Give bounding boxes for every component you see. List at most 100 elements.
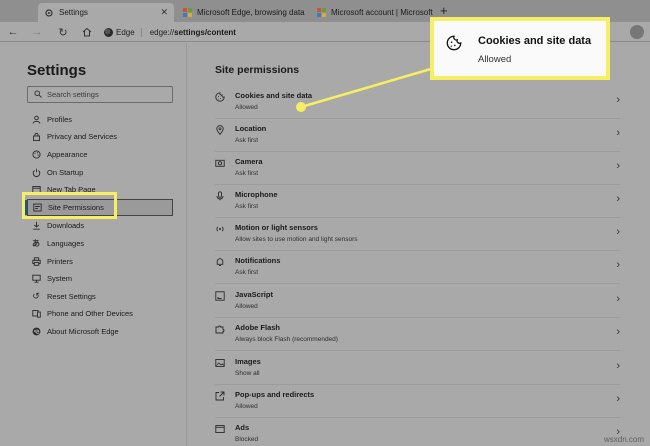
- sidebar-item-printers[interactable]: Printers: [31, 254, 73, 268]
- permission-row-images[interactable]: Images Show all ›: [215, 352, 620, 385]
- permission-row-ads[interactable]: Ads Blocked ›: [215, 418, 620, 446]
- home-icon: [82, 27, 92, 37]
- cookies-callout: Cookies and site data Allowed: [430, 17, 610, 80]
- refresh-icon: ↻: [58, 26, 68, 39]
- permission-status: Allowed: [235, 104, 258, 111]
- search-settings-input[interactable]: Search settings: [27, 86, 173, 103]
- person-icon: [31, 114, 41, 124]
- reset-icon: ↺: [32, 290, 40, 301]
- chevron-right-icon: ›: [616, 193, 620, 205]
- settings-sidebar: Settings Search settings Profiles Privac…: [0, 43, 187, 446]
- new-tab-button[interactable]: +: [440, 3, 448, 18]
- chevron-right-icon: ›: [616, 160, 620, 172]
- sidebar-item-label: Downloads: [47, 220, 85, 230]
- sidebar-item-label: About Microsoft Edge: [47, 326, 119, 336]
- lock-icon: [31, 131, 41, 141]
- permission-row-cookies[interactable]: Cookies and site data Allowed ›: [215, 86, 620, 119]
- sidebar-item-system[interactable]: System: [31, 271, 72, 285]
- arrow-right-icon: →: [31, 26, 43, 38]
- chevron-right-icon: ›: [616, 326, 620, 338]
- sidebar-item-profiles[interactable]: Profiles: [31, 112, 72, 126]
- permission-row-javascript[interactable]: JavaScript Allowed ›: [215, 285, 620, 318]
- sidebar-item-label: Appearance: [47, 149, 88, 159]
- callout-subtitle: Allowed: [478, 54, 512, 65]
- forward-button[interactable]: →: [30, 25, 44, 39]
- location-icon: [215, 125, 225, 135]
- sidebar-item-appearance[interactable]: Appearance: [31, 147, 87, 161]
- sidebar-item-label: Profiles: [47, 114, 73, 124]
- permission-row-microphone[interactable]: Microphone Ask first ›: [215, 185, 620, 218]
- sidebar-item-label: Privacy and Services: [47, 131, 118, 141]
- tab-label: Settings: [59, 8, 88, 17]
- sidebar-item-languages[interactable]: あ Languages: [31, 236, 84, 250]
- permission-name: JavaScript: [235, 290, 273, 299]
- home-button[interactable]: [80, 25, 94, 39]
- site-permissions-panel: Site permissions Cookies and site data A…: [188, 43, 650, 446]
- chevron-right-icon: ›: [616, 393, 620, 405]
- search-placeholder: Search settings: [47, 90, 99, 99]
- permission-status: Ask first: [235, 203, 259, 210]
- permission-row-motion-sensors[interactable]: Motion or light sensors Allow sites to u…: [215, 218, 620, 251]
- permission-name: Camera: [235, 157, 263, 166]
- chevron-right-icon: ›: [616, 360, 620, 372]
- url-host: edge://: [149, 27, 175, 37]
- languages-icon: あ: [32, 238, 40, 248]
- url-path: settings/content: [174, 27, 236, 37]
- page-title: Site permissions: [215, 64, 300, 76]
- popup-icon: [215, 391, 225, 401]
- refresh-button[interactable]: ↻: [56, 25, 70, 39]
- permission-name: Cookies and site data: [235, 91, 313, 100]
- close-icon[interactable]: ✕: [160, 7, 168, 18]
- tab-microsoft-account[interactable]: Microsoft account | Microsoft ✕: [310, 3, 436, 22]
- appearance-icon: [31, 149, 41, 159]
- sidebar-item-label: On Startup: [47, 167, 84, 177]
- puzzle-icon: [215, 324, 225, 334]
- download-icon: [31, 220, 41, 230]
- permission-status: Always block Flash (recommended): [235, 336, 338, 343]
- tab-label: Microsoft account | Microsoft: [331, 8, 433, 17]
- sidebar-item-on-startup[interactable]: On Startup: [31, 165, 83, 179]
- permission-status: Allow sites to use motion and light sens…: [235, 236, 358, 243]
- chevron-right-icon: ›: [616, 293, 620, 305]
- profile-avatar[interactable]: [630, 25, 644, 39]
- permission-name: Location: [235, 124, 267, 133]
- chevron-right-icon: ›: [616, 259, 620, 271]
- permission-row-adobe-flash[interactable]: Adobe Flash Always block Flash (recommen…: [215, 318, 620, 351]
- permission-name: Microphone: [235, 190, 278, 199]
- tab-label: Microsoft Edge, browsing data: [197, 8, 305, 17]
- sidebar-item-privacy[interactable]: Privacy and Services: [31, 129, 117, 143]
- computer-icon: [31, 273, 41, 283]
- permission-row-popups[interactable]: Pop-ups and redirects Allowed ›: [215, 385, 620, 418]
- tab-settings[interactable]: Settings ✕: [38, 3, 174, 22]
- search-icon: [34, 89, 42, 100]
- edge-badge: Edge: [104, 27, 142, 37]
- permission-name: Motion or light sensors: [235, 223, 318, 232]
- settings-title: Settings: [27, 62, 87, 79]
- chevron-right-icon: ›: [616, 94, 620, 106]
- edge-logo-icon: [104, 27, 113, 37]
- back-button[interactable]: ←: [6, 25, 20, 39]
- permission-status: Ask first: [235, 137, 259, 144]
- sidebar-item-label: System: [47, 273, 73, 283]
- permission-row-camera[interactable]: Camera Ask first ›: [215, 152, 620, 185]
- power-icon: [31, 167, 41, 177]
- permission-row-location[interactable]: Location Ask first ›: [215, 119, 620, 152]
- sidebar-item-downloads[interactable]: Downloads: [31, 218, 84, 232]
- permission-name: Pop-ups and redirects: [235, 390, 315, 399]
- permission-name: Notifications: [235, 256, 281, 265]
- sidebar-item-phone-devices[interactable]: Phone and Other Devices: [31, 306, 133, 320]
- sidebar-item-about-edge[interactable]: About Microsoft Edge: [31, 324, 119, 338]
- microsoft-logo-icon: [316, 8, 326, 18]
- ads-icon: [215, 424, 225, 434]
- sidebar-item-label: Phone and Other Devices: [47, 308, 133, 318]
- gear-icon: [44, 8, 54, 18]
- site-permissions-highlight: [22, 192, 117, 219]
- permission-row-notifications[interactable]: Notifications Ask first ›: [215, 251, 620, 284]
- sidebar-item-reset-settings[interactable]: ↺ Reset Settings: [31, 289, 96, 303]
- callout-title: Cookies and site data: [478, 35, 592, 47]
- printer-icon: [31, 256, 41, 266]
- permission-name: Adobe Flash: [235, 323, 281, 332]
- microsoft-logo-icon: [182, 8, 192, 18]
- permission-status: Allowed: [235, 403, 258, 410]
- tab-microsoft-edge-browsing-data[interactable]: Microsoft Edge, browsing data ✕: [176, 3, 308, 22]
